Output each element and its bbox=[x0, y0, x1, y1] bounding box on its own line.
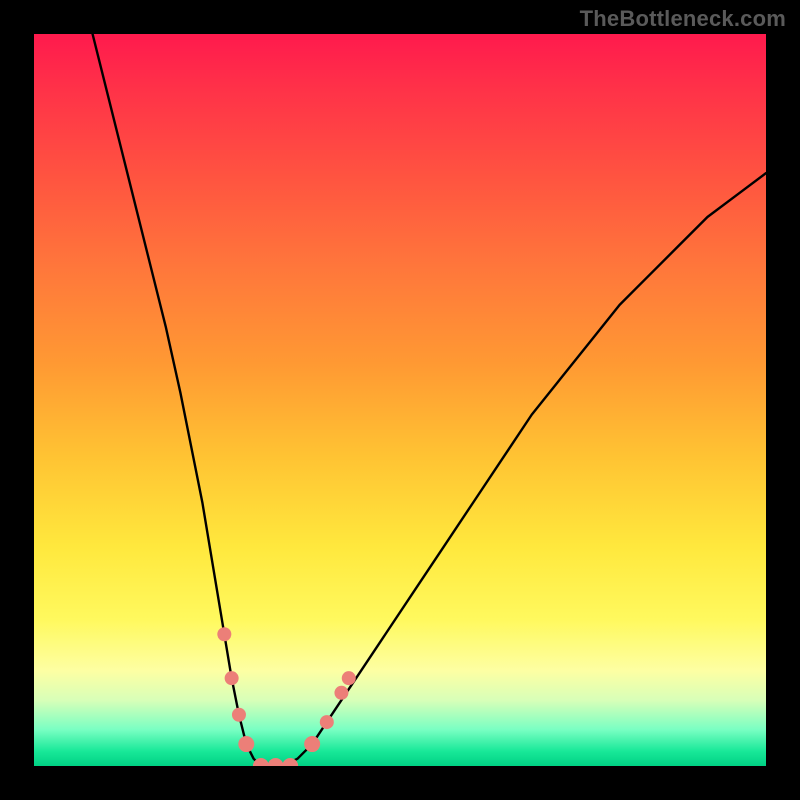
data-marker bbox=[232, 708, 246, 722]
data-marker bbox=[217, 627, 231, 641]
watermark-text: TheBottleneck.com bbox=[580, 6, 786, 32]
data-marker bbox=[304, 736, 320, 752]
data-marker bbox=[334, 686, 348, 700]
plot-area bbox=[34, 34, 766, 766]
data-marker bbox=[320, 715, 334, 729]
curve-svg bbox=[34, 34, 766, 766]
data-marker bbox=[225, 671, 239, 685]
data-marker bbox=[268, 758, 284, 766]
data-marker bbox=[238, 736, 254, 752]
bottleneck-curve bbox=[93, 34, 766, 766]
data-marker bbox=[342, 671, 356, 685]
chart-frame: TheBottleneck.com bbox=[0, 0, 800, 800]
